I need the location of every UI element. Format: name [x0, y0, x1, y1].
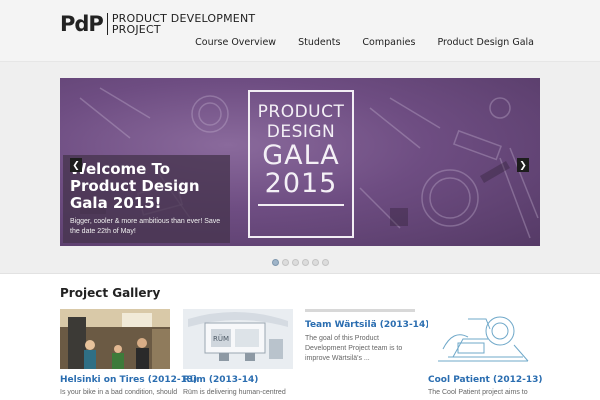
slider-dot-2[interactable]: [282, 259, 289, 266]
helsinki-photo: [60, 309, 170, 369]
slider-dot-5[interactable]: [312, 259, 319, 266]
hero-slider[interactable]: PRODUCT DESIGN GALA 2015 Welcome To Prod…: [60, 78, 540, 246]
nav-course-overview[interactable]: Course Overview: [195, 37, 276, 48]
gallery-card-title[interactable]: Rüm (2013-14): [183, 375, 258, 385]
logo-divider: [106, 13, 108, 35]
gallery-card-cool-patient[interactable]: Cool Patient (2012-13) The Cool Patient …: [428, 309, 543, 396]
slide-caption: Welcome To Product Design Gala 2015! Big…: [63, 155, 230, 243]
caption-title: Welcome To Product Design Gala 2015!: [70, 160, 200, 212]
gallery-card-title[interactable]: Helsinki on Tires (2012-13): [60, 375, 197, 385]
site-header: PdP PRODUCT DEVELOPMENT PROJECT Course O…: [0, 0, 600, 62]
hero-band: PRODUCT DESIGN GALA 2015 Welcome To Prod…: [0, 62, 600, 274]
gallery-card-rum[interactable]: RÜM Rüm (2013-14) Rüm is delivering huma…: [183, 309, 293, 396]
main-nav: Course Overview Students Companies Produ…: [173, 37, 534, 48]
logo-text: PRODUCT DEVELOPMENT PROJECT: [112, 13, 255, 35]
gallery-card-title[interactable]: Team Wärtsilä (2013-14): [305, 320, 429, 330]
slider-next-arrow-icon[interactable]: ❯: [517, 158, 529, 172]
gallery-card-desc: The goal of this Product Development Pro…: [305, 335, 403, 362]
gallery-thumb-helsinki[interactable]: [60, 309, 170, 369]
gallery-card-desc: Is your bike in a bad condition, should: [60, 389, 178, 396]
gallery-thumb-cool-patient[interactable]: [428, 309, 538, 369]
slider-dot-4[interactable]: [302, 259, 309, 266]
gala-poster: PRODUCT DESIGN GALA 2015: [248, 90, 354, 238]
logo-mark: PdP: [60, 12, 104, 36]
nav-students[interactable]: Students: [298, 37, 340, 48]
poster-rule: [258, 204, 344, 206]
poster-line-3: GALA: [262, 140, 340, 171]
slider-pagination: [272, 259, 329, 266]
site-logo[interactable]: PdP PRODUCT DEVELOPMENT PROJECT: [60, 13, 255, 35]
slider-dot-1[interactable]: [272, 259, 279, 266]
gallery-card-desc: The Cool Patient project aims to: [428, 389, 528, 396]
poster-line-1: PRODUCT: [257, 102, 345, 122]
gallery-card-team-wartsila[interactable]: Team Wärtsilä (2013-14) The goal of this…: [305, 309, 429, 364]
card-top-rule: [305, 309, 415, 312]
slider-dot-3[interactable]: [292, 259, 299, 266]
poster-line-4: 2015: [264, 168, 338, 199]
gallery-card-title[interactable]: Cool Patient (2012-13): [428, 375, 543, 385]
gallery-card-helsinki-on-tires[interactable]: Helsinki on Tires (2012-13) Is your bike…: [60, 309, 197, 396]
poster-line-2: DESIGN: [266, 122, 336, 142]
gallery-thumb-rum[interactable]: RÜM: [183, 309, 293, 369]
gallery-card-desc: Rüm is delivering human-centred: [183, 389, 286, 396]
rum-render: RÜM: [183, 309, 293, 369]
caption-text: Bigger, cooler & more ambitious than eve…: [70, 218, 221, 235]
cool-patient-sketch: [428, 309, 538, 369]
rum-logo-text: RÜM: [213, 334, 229, 343]
nav-companies[interactable]: Companies: [362, 37, 415, 48]
nav-product-design-gala[interactable]: Product Design Gala: [437, 37, 534, 48]
slider-prev-arrow-icon[interactable]: ❮: [70, 158, 82, 172]
logo-line-2: PROJECT: [111, 23, 161, 36]
gallery-title: Project Gallery: [60, 286, 161, 300]
slider-dot-6[interactable]: [322, 259, 329, 266]
